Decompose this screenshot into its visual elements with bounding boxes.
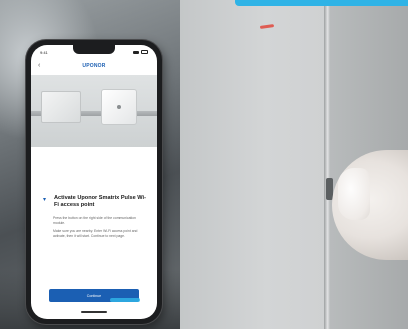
product-image <box>31 75 157 147</box>
smartphone: 9:41 ‹ UPONOR ▾ Activate Uponor Smatrix … <box>26 40 162 324</box>
status-time: 9:41 <box>40 49 48 55</box>
accent-smudge <box>110 298 140 302</box>
step-content: ▾ Activate Uponor Smatrix Pulse Wi-Fi ac… <box>43 195 147 242</box>
finger-nail <box>338 168 370 220</box>
step-title: Activate Uponor Smatrix Pulse Wi-Fi acce… <box>54 195 146 208</box>
module-button-dot <box>117 105 121 109</box>
step-header: ▾ Activate Uponor Smatrix Pulse Wi-Fi ac… <box>43 195 147 209</box>
signal-icon <box>133 50 139 54</box>
battery-icon <box>141 50 148 54</box>
instruction-item: Make sure you are nearby. Enter Wi-Fi ac… <box>53 229 138 238</box>
controller-module <box>41 91 81 123</box>
status-icons <box>133 50 148 54</box>
chevron-left-icon[interactable]: ‹ <box>38 62 46 70</box>
instruction-item: Press the button on the right side of th… <box>53 216 136 225</box>
brand-logo: UPONOR <box>82 63 106 69</box>
phone-notch <box>73 45 115 54</box>
instruction-list: Press the button on the right side of th… <box>43 216 147 238</box>
device-panel-face <box>180 0 324 329</box>
wifi-icon: ▾ <box>43 197 47 203</box>
top-accent-strip <box>235 0 408 6</box>
home-indicator <box>81 311 107 313</box>
phone-screen: 9:41 ‹ UPONOR ▾ Activate Uponor Smatrix … <box>31 45 157 319</box>
app-header: ‹ UPONOR <box>31 59 157 73</box>
background-right-scene <box>180 0 408 329</box>
